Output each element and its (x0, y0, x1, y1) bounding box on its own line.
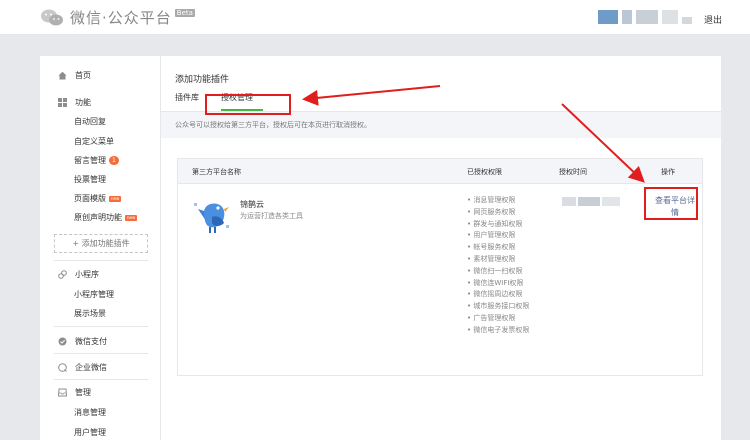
tab-plugin-library[interactable]: 插件库 (175, 92, 199, 103)
sidebar-item-label: 首页 (75, 71, 91, 80)
highlight-box (205, 94, 291, 115)
sidebar-group-miniprogram: 小程序 (58, 269, 99, 280)
divider (54, 260, 148, 261)
beta-badge: Beta (174, 8, 195, 17)
list-item: 用户管理权限 (467, 230, 537, 242)
inbox-icon (57, 388, 68, 397)
miniprogram-icon (58, 270, 67, 279)
auth-time-blurred (562, 197, 622, 206)
list-item: 消息管理权限 (467, 195, 537, 207)
highlight-box (644, 187, 698, 220)
logo-text: 微信·公众平台 (70, 9, 172, 27)
sidebar-item-users[interactable]: 用户管理 (74, 427, 106, 438)
logout-link[interactable]: 退出 (704, 13, 722, 26)
sidebar-item-scenes[interactable]: 展示场景 (74, 308, 106, 319)
sidebar-item-miniprogram-manage[interactable]: 小程序管理 (74, 289, 114, 300)
sidebar-item-enterprise[interactable]: 企业微信 (58, 362, 107, 373)
enterprise-icon (58, 363, 67, 372)
new-badge: new (125, 214, 138, 221)
sidebar-item-custom-menu[interactable]: 自定义菜单 (74, 136, 114, 147)
divider (54, 326, 148, 327)
avatar (598, 10, 618, 24)
sidebar-item-page-template[interactable]: 页面模版 new (74, 193, 122, 204)
account-info-blurred[interactable] (598, 10, 696, 24)
wechat-logo-icon (40, 8, 64, 28)
sidebar-item-voting[interactable]: 投票管理 (74, 174, 106, 185)
add-plugin-button[interactable]: + 添加功能插件 (54, 234, 148, 253)
list-item: 群发与通知权限 (467, 219, 537, 231)
col-perms: 已授权权限 (467, 168, 502, 176)
divider (54, 379, 148, 380)
sidebar-item-home[interactable]: 首页 (58, 70, 91, 81)
list-item: 广告管理权限 (467, 313, 537, 325)
sidebar-group-title: 功能 (75, 98, 91, 107)
sidebar: 首页 功能 自动回复 自定义菜单 留言管理 1 投票管理 页面模版 new 原创… (40, 56, 160, 440)
sidebar-item-comments[interactable]: 留言管理 1 (74, 155, 119, 166)
app-description: 为运营打造各类工具 (240, 212, 303, 220)
sidebar-group-title: 管理 (75, 388, 91, 397)
app-name: 锦鹊云 (240, 200, 264, 209)
divider (54, 353, 148, 354)
sidebar-item-messages[interactable]: 消息管理 (74, 407, 106, 418)
new-badge: new (109, 195, 122, 202)
list-item: 微信电子发票权限 (467, 325, 537, 337)
col-name: 第三方平台名称 (192, 168, 241, 176)
list-item: 微信连WIFI权限 (467, 278, 537, 290)
col-time: 授权时间 (559, 168, 587, 176)
grid-icon (58, 98, 67, 107)
sidebar-item-wechat-pay[interactable]: 微信支付 (58, 336, 107, 347)
permission-list: 消息管理权限 网页服务权限 群发与通知权限 用户管理权限 帐号服务权限 素材管理… (467, 195, 537, 337)
list-item: 帐号服务权限 (467, 242, 537, 254)
col-action: 操作 (661, 168, 675, 176)
list-item: 网页服务权限 (467, 207, 537, 219)
pay-icon (58, 337, 67, 346)
logo[interactable]: 微信·公众平台 Beta (40, 7, 195, 28)
list-item: 素材管理权限 (467, 254, 537, 266)
list-item: 微信摇周边权限 (467, 289, 537, 301)
list-item: 微信扫一扫权限 (467, 266, 537, 278)
sidebar-item-label: 微信支付 (75, 337, 107, 346)
home-icon (58, 71, 67, 80)
sidebar-group-title: 小程序 (75, 270, 99, 279)
sidebar-item-original[interactable]: 原创声明功能 new (74, 212, 138, 223)
page-title: 添加功能插件 (175, 75, 230, 85)
bird-logo-icon (192, 195, 232, 235)
top-bar: 微信·公众平台 Beta 退出 (0, 0, 750, 35)
sidebar-group-manage: 管理 (57, 387, 91, 398)
sidebar-item-label: 企业微信 (75, 363, 107, 372)
sidebar-item-auto-reply[interactable]: 自动回复 (74, 116, 106, 127)
table-header: 第三方平台名称 已授权权限 授权时间 操作 (178, 159, 702, 184)
sidebar-group-function: 功能 (58, 97, 91, 108)
authorization-table: 第三方平台名称 已授权权限 授权时间 操作 锦鹊云 为运营打造各类工具 • 消息… (177, 158, 703, 376)
count-badge: 1 (109, 156, 119, 165)
notice-bar: 公众号可以授权给第三方平台，授权后可在本页进行取消授权。 (161, 112, 721, 138)
list-item: 城市服务接口权限 (467, 301, 537, 313)
